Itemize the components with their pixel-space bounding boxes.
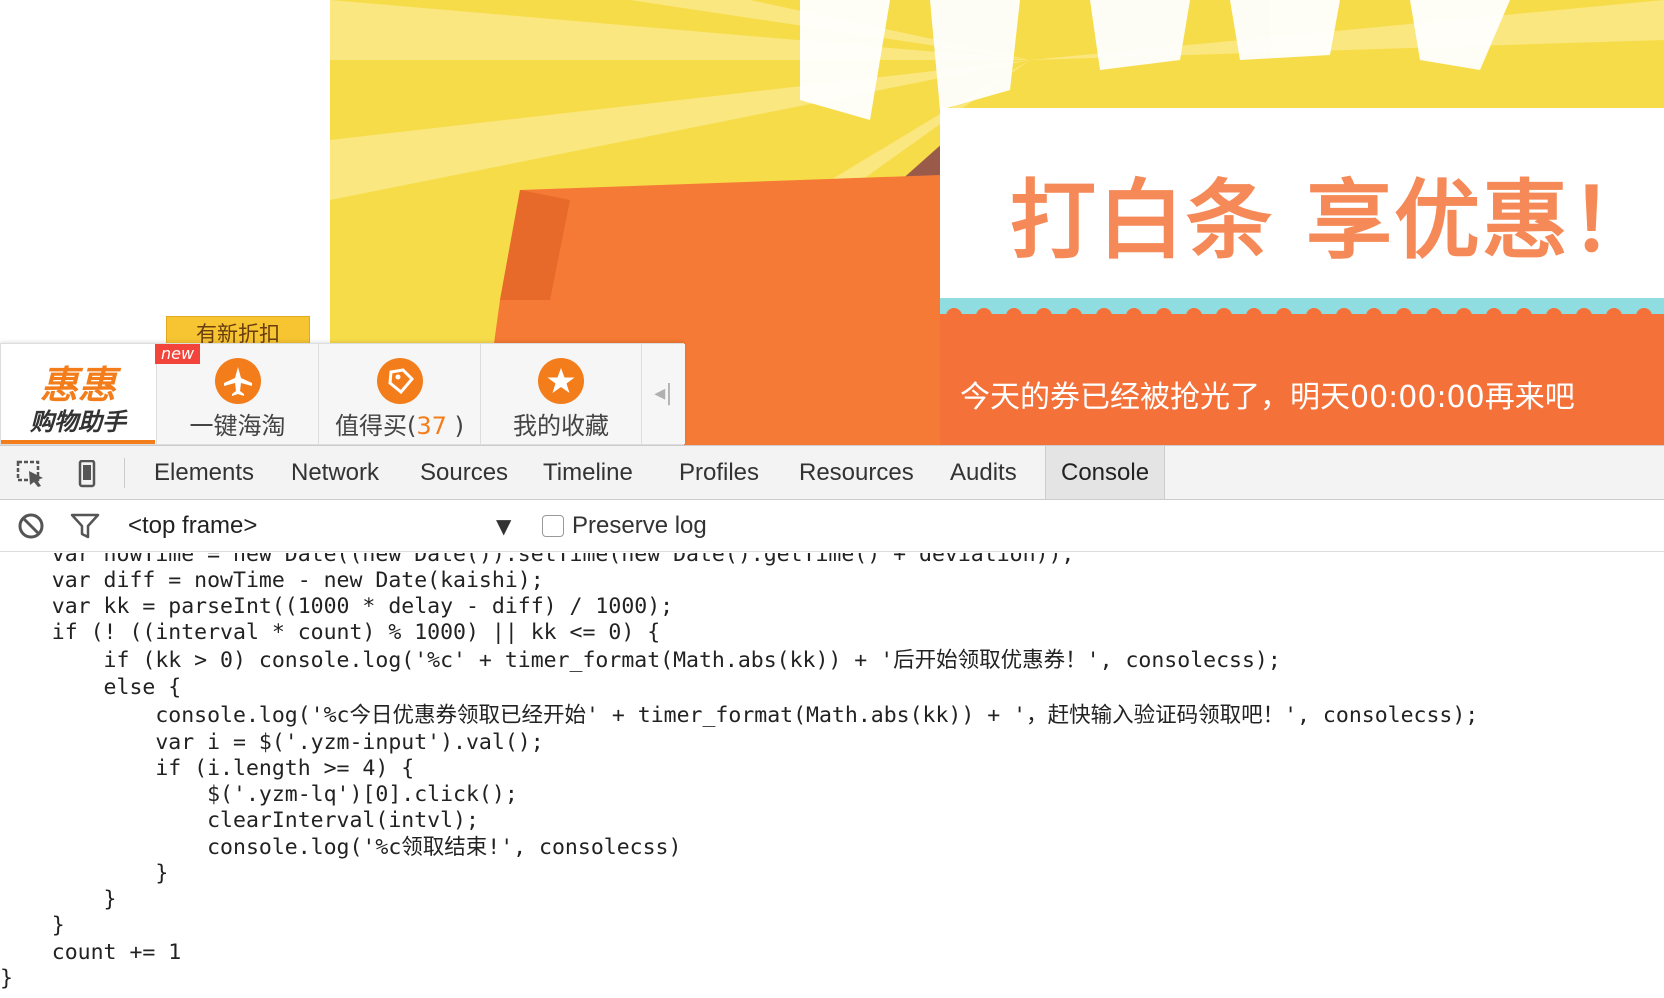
- console-line: var diff = nowTime - new Date(kaishi);: [0, 568, 544, 593]
- console-line: console.log('%c领取结束!', consolecss): [0, 835, 682, 860]
- tab-elements[interactable]: Elements: [139, 446, 269, 499]
- tool-favorites-button[interactable]: 我的收藏: [480, 344, 641, 444]
- tab-network[interactable]: Network: [276, 446, 394, 499]
- devtools-tab-bar: Elements Network Sources Timeline Profil…: [0, 445, 1664, 500]
- tab-sources[interactable]: Sources: [405, 446, 523, 499]
- tab-console[interactable]: Console: [1045, 446, 1166, 499]
- console-line: }: [0, 861, 169, 886]
- console-line: }: [0, 966, 13, 991]
- filter-icon[interactable]: [70, 512, 100, 540]
- brand-subtitle: 购物助手: [30, 408, 126, 436]
- shopping-assistant-bar: 惠惠 购物助手 一键海淘 值得买(37 ) 我的收藏 ◂|: [0, 343, 685, 445]
- console-line: var i = $('.yzm-input').val();: [0, 730, 544, 755]
- tool-zhidemai-suffix: ): [454, 412, 464, 440]
- console-line: if (kk > 0) console.log('%c' + timer_for…: [0, 648, 1281, 673]
- tab-audits[interactable]: Audits: [935, 446, 1032, 499]
- coupon-message: 今天的券已经被抢光了，明天00:00:00再来吧: [960, 380, 1575, 415]
- console-line: if (i.length >= 4) {: [0, 756, 415, 781]
- zhidemai-count: 37: [416, 412, 447, 440]
- devtools-panel: Elements Network Sources Timeline Profil…: [0, 445, 1664, 998]
- console-line: $('.yzm-lq')[0].click();: [0, 782, 518, 807]
- console-line: if (! ((interval * count) % 1000) || kk …: [0, 620, 661, 645]
- brand-logo-text: 惠惠: [39, 363, 116, 407]
- collapse-arrow-icon[interactable]: ◂|: [641, 344, 685, 444]
- console-line: var nowTime = new Date((new Date()).setT…: [0, 553, 1075, 567]
- toolbar-divider: [124, 458, 125, 488]
- console-output: var nowTime = new Date((new Date()).setT…: [0, 553, 1664, 998]
- inspect-element-icon[interactable]: [16, 460, 46, 488]
- new-badge: new: [155, 344, 201, 364]
- tool-zhidemai-text: 值得买(: [335, 412, 417, 440]
- console-line: else {: [0, 675, 182, 700]
- tab-resources[interactable]: Resources: [784, 446, 929, 499]
- clear-console-icon[interactable]: [16, 512, 46, 540]
- assistant-logo[interactable]: 惠惠 购物助手: [1, 344, 155, 444]
- frame-selector[interactable]: <top frame>: [128, 500, 257, 552]
- coupon-headline: 打白条 享优惠！: [1010, 171, 1658, 271]
- star-icon: [538, 358, 584, 404]
- console-line: count += 1: [0, 940, 182, 965]
- tag-icon: [377, 358, 423, 404]
- tool-zhidemai-button[interactable]: 值得买(37 ): [318, 344, 480, 444]
- device-mode-icon[interactable]: [72, 459, 102, 488]
- console-line: console.log('%c今日优惠券领取已经开始' + timer_form…: [0, 703, 1479, 728]
- coupon-headline-card: 打白条 享优惠！: [940, 108, 1664, 298]
- tab-timeline[interactable]: Timeline: [528, 446, 648, 499]
- console-line: clearInterval(intvl);: [0, 808, 479, 833]
- preserve-log-checkbox[interactable]: [542, 515, 564, 537]
- tool-zhidemai-label: 值得买(37 ): [319, 406, 480, 441]
- dropdown-arrow-icon[interactable]: ▼: [496, 500, 511, 552]
- console-line: var kk = parseInt((1000 * delay - diff) …: [0, 594, 674, 619]
- console-line: }: [0, 887, 117, 912]
- tab-profiles[interactable]: Profiles: [664, 446, 774, 499]
- preserve-log-label[interactable]: Preserve log: [572, 500, 707, 552]
- console-line: }: [0, 913, 65, 938]
- airplane-icon: [215, 358, 261, 404]
- console-toolbar: <top frame> ▼ Preserve log: [0, 500, 1664, 552]
- tool-haitao-label: 一键海淘: [189, 412, 286, 440]
- tool-favorites-label: 我的收藏: [513, 412, 609, 440]
